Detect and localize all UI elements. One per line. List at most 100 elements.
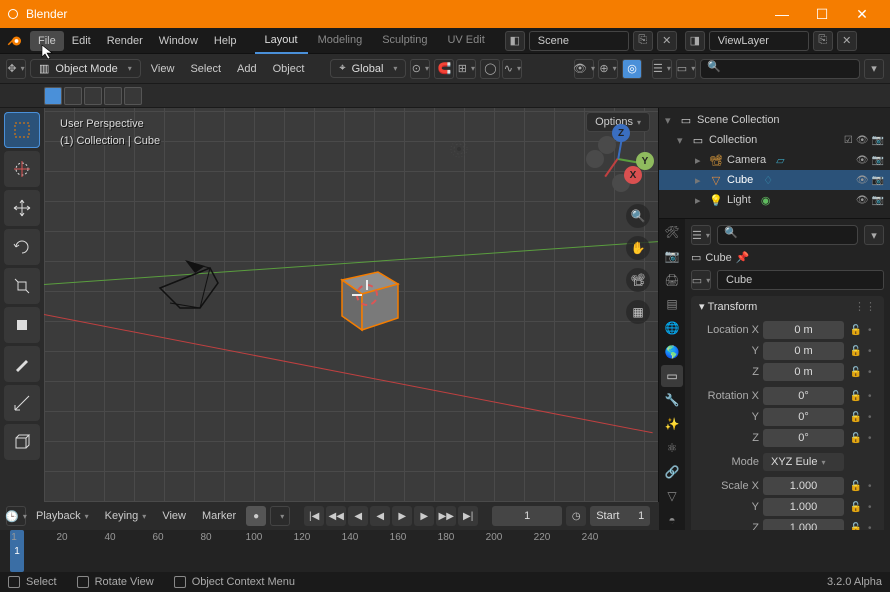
tl-keying-menu[interactable]: Keying [99, 510, 153, 522]
zoom-icon[interactable]: 🔍 [626, 204, 650, 228]
menu-file[interactable]: File [30, 31, 64, 51]
eye-icon[interactable]: 👁 [856, 135, 869, 146]
select-mode-bbox-icon[interactable] [44, 87, 62, 105]
visibility-icon[interactable]: 👁 [574, 59, 594, 79]
tool-add-cube[interactable] [4, 424, 40, 460]
camera-restrict-icon[interactable]: 📷 [872, 175, 884, 186]
data-browse-icon[interactable]: ▭ [691, 270, 711, 290]
current-frame-input[interactable]: 1 [492, 506, 562, 526]
keyframe-dot-icon[interactable]: • [868, 481, 876, 492]
keyframe-dot-icon[interactable]: • [868, 325, 876, 336]
play-icon[interactable]: ▶ [392, 506, 412, 526]
lock-icon[interactable] [848, 453, 864, 471]
keyframe-dot-icon[interactable]: • [868, 367, 876, 378]
chevron-right-icon[interactable]: ▸ [695, 154, 705, 167]
gizmo-neg-y-ball[interactable] [586, 150, 604, 168]
viewlayer-browse-icon[interactable]: ◨ [685, 31, 705, 51]
prop-edit-icon[interactable]: ◯ [480, 59, 500, 79]
tool-move[interactable] [4, 190, 40, 226]
checkbox-icon[interactable]: ☑ [844, 135, 853, 146]
menu-edit[interactable]: Edit [64, 31, 99, 51]
rot-y-value[interactable]: 0° [763, 408, 844, 426]
chevron-down-icon[interactable]: ▾ [665, 114, 675, 127]
lock-icon[interactable]: 🔓 [848, 363, 864, 381]
tool-annotate[interactable] [4, 346, 40, 382]
scale-x-value[interactable]: 1.000 [763, 477, 844, 495]
tool-scale[interactable] [4, 268, 40, 304]
keyframe-next-icon[interactable]: ▶▶ [436, 506, 456, 526]
prop-tab-output[interactable]: 🖨 [661, 269, 683, 291]
tool-transform[interactable] [4, 307, 40, 343]
prop-tab-tool[interactable]: 🛠 [661, 221, 683, 243]
tool-measure[interactable] [4, 385, 40, 421]
play-reverse-icon[interactable]: ◀ [370, 506, 390, 526]
close-button[interactable]: ✕ [842, 0, 882, 28]
camera-restrict-icon[interactable]: 📷 [872, 135, 884, 146]
frame-prev-icon[interactable]: ◀ [348, 506, 368, 526]
tl-marker-menu[interactable]: Marker [196, 510, 242, 522]
transform-panel-header[interactable]: ▾ Transform ⋮⋮ [691, 296, 884, 317]
scene-name-input[interactable] [529, 31, 629, 51]
prop-tab-modifiers[interactable]: 🔧 [661, 389, 683, 411]
overlay-toggle-icon[interactable]: ◎ [622, 59, 642, 79]
outliner-filter-funnel-icon[interactable]: ▾ [864, 59, 884, 79]
scene-close-button[interactable]: ✕ [657, 31, 677, 51]
prop-filter-icon[interactable]: ▾ [864, 225, 884, 245]
outliner-item-cube[interactable]: ▸ ▽ Cube ♢ 👁 📷 [659, 170, 890, 190]
prop-tab-constraints[interactable]: 🔗 [661, 461, 683, 483]
lock-icon[interactable]: 🔓 [848, 342, 864, 360]
prop-tab-particles[interactable]: ✨ [661, 413, 683, 435]
outliner-search[interactable]: 🔍 [700, 59, 860, 79]
outliner-item-light[interactable]: ▸ 💡 Light ◉ 👁 📷 [659, 190, 890, 210]
lock-icon[interactable]: 🔓 [848, 321, 864, 339]
start-frame-input[interactable]: Start 1 [590, 506, 650, 526]
outliner-display-mode-icon[interactable]: ☰ [652, 59, 672, 79]
eye-icon[interactable]: 👁 [856, 175, 869, 186]
tab-modeling[interactable]: Modeling [308, 28, 373, 54]
properties-search[interactable]: 🔍 [717, 225, 858, 245]
minimize-button[interactable]: — [762, 0, 802, 28]
prop-tab-world[interactable]: 🌎 [661, 341, 683, 363]
snap-mode-icon[interactable]: ⊞ [456, 59, 476, 79]
pin-icon[interactable]: 📌 [736, 251, 750, 264]
tab-layout[interactable]: Layout [255, 28, 308, 54]
menu-window[interactable]: Window [151, 31, 206, 51]
lock-icon[interactable]: 🔓 [848, 408, 864, 426]
select-mode-intersect-icon[interactable] [124, 87, 142, 105]
keyframe-dot-icon[interactable]: • [868, 433, 876, 444]
outliner-item-camera[interactable]: ▸ 📽 Camera ▱ 👁 📷 [659, 150, 890, 170]
rot-x-value[interactable]: 0° [763, 387, 844, 405]
keyframe-dot-icon[interactable]: • [868, 346, 876, 357]
keyframe-prev-icon[interactable]: ◀◀ [326, 506, 346, 526]
menu-help[interactable]: Help [206, 31, 245, 51]
chevron-down-icon[interactable]: ▾ [677, 134, 687, 147]
select-mode-sub-icon[interactable] [84, 87, 102, 105]
object-cube[interactable] [330, 258, 410, 338]
scene-browse-icon[interactable]: ◧ [505, 31, 525, 51]
jump-end-icon[interactable]: ▶| [458, 506, 478, 526]
tool-rotate[interactable] [4, 229, 40, 265]
prop-tab-scene[interactable]: 🌐 [661, 317, 683, 339]
menu-render[interactable]: Render [99, 31, 151, 51]
prop-options-icon[interactable]: ☰ [691, 225, 711, 245]
lock-icon[interactable]: 🔓 [848, 429, 864, 447]
loc-x-value[interactable]: 0 m [763, 321, 844, 339]
clock-icon[interactable]: ◷ [566, 506, 586, 526]
outliner-collection[interactable]: ▾ ▭ Collection ☑ 👁 📷 [659, 130, 890, 150]
orientation-selector[interactable]: ⌖ Global [330, 59, 406, 78]
camera-view-icon[interactable]: 📽 [626, 268, 650, 292]
eye-icon[interactable]: 👁 [856, 155, 869, 166]
blender-logo[interactable] [4, 30, 26, 52]
timeline-editor-icon[interactable]: 🕒 [6, 506, 26, 526]
keyframe-dot-icon[interactable]: • [868, 412, 876, 423]
chevron-right-icon[interactable]: ▸ [695, 194, 705, 207]
tool-select-box[interactable] [4, 112, 40, 148]
camera-restrict-icon[interactable]: 📷 [872, 155, 884, 166]
viewlayer-name-input[interactable] [709, 31, 809, 51]
object-name-input[interactable] [717, 270, 884, 290]
frame-next-icon[interactable]: ▶ [414, 506, 434, 526]
tl-view-menu[interactable]: View [156, 510, 192, 522]
tool-cursor[interactable] [4, 151, 40, 187]
object-light[interactable] [444, 134, 474, 164]
menu-object[interactable]: Object [267, 63, 311, 75]
